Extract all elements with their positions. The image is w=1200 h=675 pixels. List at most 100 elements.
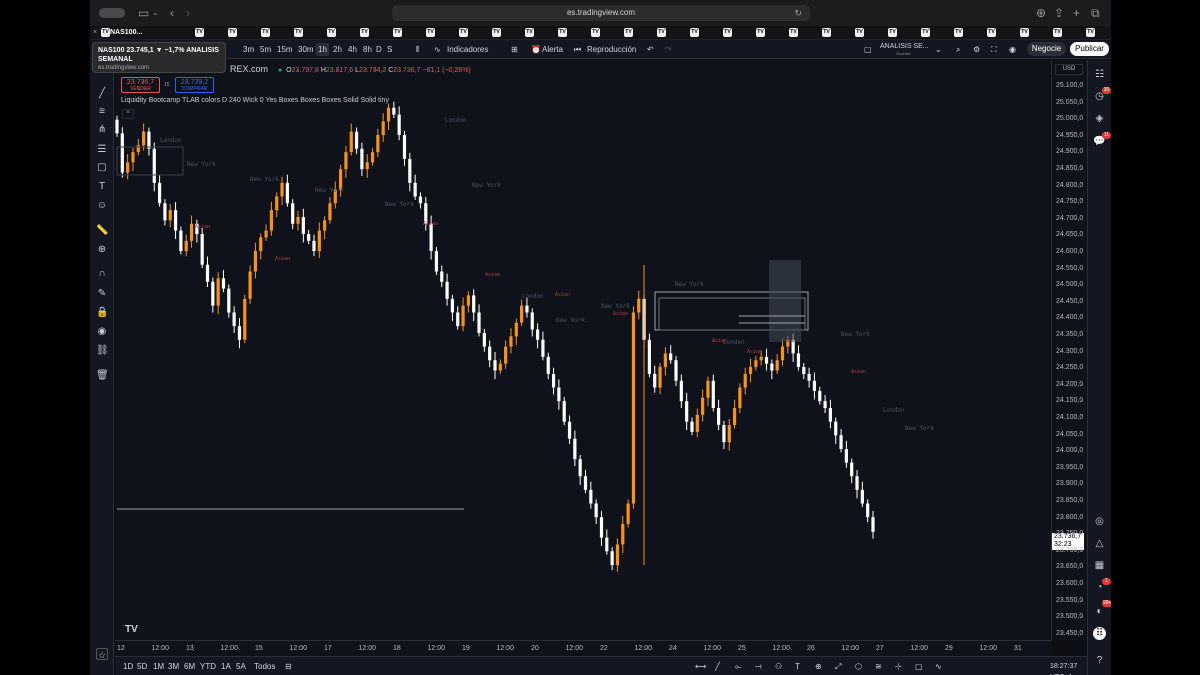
- range-1D[interactable]: 1D: [123, 661, 133, 672]
- price-scale[interactable]: USD 23.736,7 32:23 25.100,0 25.050,0 25.00…: [1051, 60, 1087, 640]
- fullscreen-icon[interactable]: ⛶: [991, 43, 997, 56]
- close-tab-icon[interactable]: ×: [93, 27, 97, 39]
- favorite-star-icon[interactable]: ☆: [96, 648, 108, 660]
- browser-tab[interactable]: TV: [855, 28, 864, 37]
- browser-tab[interactable]: TV: [294, 28, 303, 37]
- trade-button[interactable]: Negocie: [1027, 42, 1066, 56]
- pitchfork-icon[interactable]: ⋔: [96, 124, 108, 136]
- trend-line-icon[interactable]: ╱: [96, 88, 108, 100]
- browser-tab[interactable]: TV: [723, 28, 732, 37]
- browser-tab[interactable]: TV: [822, 28, 831, 37]
- date-range-icon[interactable]: ⊟: [285, 661, 292, 672]
- link-icon[interactable]: ⛓: [96, 345, 109, 357]
- indicators-button[interactable]: Indicadores: [447, 43, 488, 56]
- quick-tool-icon[interactable]: ╱: [715, 661, 720, 672]
- indicator-legend[interactable]: Liquidity Bootcamp TLAB colors D 240 Wic…: [121, 97, 389, 104]
- templates-icon[interactable]: ⊞: [511, 43, 518, 56]
- target-icon[interactable]: ◎: [1093, 515, 1106, 528]
- timeframe-5m[interactable]: 5m: [258, 43, 273, 56]
- back-icon[interactable]: ‹: [170, 5, 174, 21]
- ruler-icon[interactable]: 📏: [96, 225, 108, 237]
- browser-tab[interactable]: TV: [1086, 28, 1095, 37]
- share-icon[interactable]: ⇪: [1054, 5, 1064, 21]
- browser-tab[interactable]: TV: [888, 28, 897, 37]
- undo-icon[interactable]: ↶: [647, 43, 654, 56]
- browser-tab[interactable]: TV: [558, 28, 567, 37]
- browser-tab[interactable]: TV: [459, 28, 468, 37]
- browser-tab[interactable]: TV: [789, 28, 798, 37]
- calendar-icon[interactable]: ▦: [1093, 559, 1106, 572]
- sidebar-icon[interactable]: ▭: [138, 5, 149, 21]
- ideas-icon[interactable]: △: [1093, 537, 1106, 550]
- browser-tab[interactable]: TV: [756, 28, 765, 37]
- quick-tool-icon[interactable]: ▢: [915, 661, 923, 672]
- tab-overview-icon[interactable]: ⧉: [1091, 5, 1100, 21]
- quick-tool-icon[interactable]: ⊹: [895, 661, 902, 672]
- snapshot-icon[interactable]: ◉: [1009, 43, 1016, 56]
- trash-icon[interactable]: 🗑: [96, 370, 109, 382]
- range-YTD[interactable]: YTD: [200, 661, 216, 672]
- timeframe-2h[interactable]: 2h: [331, 43, 344, 56]
- timeframe-1h[interactable]: 1h: [316, 43, 329, 56]
- download-icon[interactable]: ⊕: [1036, 5, 1046, 21]
- browser-tab[interactable]: TV: [591, 28, 600, 37]
- range-5D[interactable]: 5D: [137, 661, 147, 672]
- browser-tab[interactable]: TV: [624, 28, 633, 37]
- range-1A[interactable]: 1A: [221, 661, 231, 672]
- timeframe-4h[interactable]: 4h: [346, 43, 359, 56]
- text-icon[interactable]: T: [96, 181, 108, 193]
- chevron-down-icon[interactable]: ⌄: [935, 43, 942, 56]
- quick-tool-icon[interactable]: ⟞: [755, 661, 762, 672]
- layers-icon[interactable]: ◈: [1093, 112, 1106, 125]
- emoji-icon[interactable]: ☺: [96, 200, 108, 212]
- reload-icon[interactable]: ↻: [794, 5, 802, 21]
- address-bar[interactable]: es.tradingview.com ↻: [392, 5, 810, 21]
- fib-icon[interactable]: ☰: [96, 144, 108, 156]
- layout-icon[interactable]: ▢: [864, 43, 872, 56]
- timeframe-15m[interactable]: 15m: [275, 43, 295, 56]
- quick-tool-icon[interactable]: ⊕: [815, 661, 822, 672]
- browser-tab[interactable]: TV: [1053, 28, 1062, 37]
- quick-tool-icon[interactable]: ⟷: [695, 661, 706, 672]
- clock[interactable]: 18:27:37 UTC+1: [1050, 661, 1087, 675]
- quick-tool-icon[interactable]: ⤢: [835, 661, 841, 672]
- publish-button[interactable]: Publicar: [1070, 42, 1109, 56]
- active-tab-label[interactable]: NAS100...: [110, 27, 142, 39]
- quick-tool-icon[interactable]: ∿: [935, 661, 942, 672]
- quick-tool-icon[interactable]: T: [795, 661, 800, 672]
- quick-search-icon[interactable]: ⌕: [956, 43, 960, 56]
- chevron-down-icon[interactable]: ⌄: [152, 5, 159, 21]
- browser-tab[interactable]: TV: [261, 28, 270, 37]
- apps-grid-icon[interactable]: ⠿: [1093, 627, 1106, 640]
- help-icon[interactable]: ?: [1093, 654, 1106, 667]
- currency-selector[interactable]: USD: [1055, 64, 1083, 75]
- browser-tab[interactable]: TV: [1020, 28, 1029, 37]
- window-controls[interactable]: [99, 8, 125, 18]
- timeframe-S[interactable]: S: [385, 43, 394, 56]
- browser-tab[interactable]: TV: [327, 28, 336, 37]
- timeframe-3m[interactable]: 3m: [241, 43, 256, 56]
- forward-icon[interactable]: ›: [186, 5, 190, 21]
- range-6M[interactable]: 6M: [184, 661, 195, 672]
- zone-box[interactable]: [769, 260, 801, 342]
- redo-icon[interactable]: ↷: [665, 43, 672, 56]
- zoom-icon[interactable]: ⊕: [96, 244, 108, 256]
- watchlist-icon[interactable]: ☷: [1093, 68, 1106, 81]
- browser-tab[interactable]: TV: [393, 28, 402, 37]
- browser-tab[interactable]: TV: [492, 28, 501, 37]
- time-axis[interactable]: 12 12:00 13 12:00 15 12:00 17 12:00 18 12:00 19 12:…: [115, 640, 1051, 656]
- collapse-legend-button[interactable]: ^: [122, 109, 134, 119]
- lock-icon[interactable]: 🔒: [96, 307, 108, 319]
- range-3M[interactable]: 3M: [168, 661, 179, 672]
- horizontal-lines-icon[interactable]: ≡: [96, 106, 108, 118]
- browser-tab[interactable]: TV: [195, 28, 204, 37]
- browser-tab[interactable]: TV: [987, 28, 996, 37]
- quick-tool-icon[interactable]: ⚇: [775, 661, 782, 672]
- timeframe-8h[interactable]: 8h: [361, 43, 374, 56]
- replay-button[interactable]: Reproducción: [587, 43, 636, 56]
- alert-button[interactable]: Alerta: [542, 43, 563, 56]
- layout-name[interactable]: ANALISIS SE...: [880, 43, 929, 51]
- chart-canvas[interactable]: London New York New York New York New York Lo…: [115, 60, 1051, 640]
- quick-tool-icon[interactable]: ⟜: [735, 661, 741, 672]
- new-tab-icon[interactable]: +: [1073, 5, 1080, 21]
